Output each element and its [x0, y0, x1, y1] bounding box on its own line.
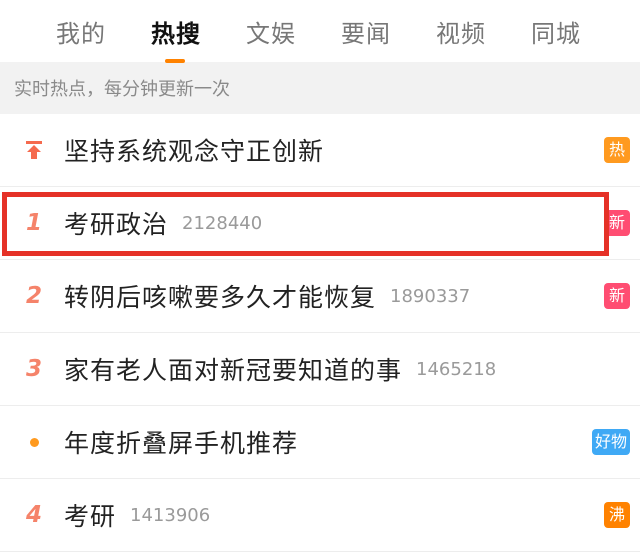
list-item[interactable]: 1 考研政治 2128440 新 [0, 187, 640, 260]
item-count: 1413906 [130, 504, 211, 526]
tab-video[interactable]: 视频 [436, 14, 531, 49]
item-count: 1465218 [416, 358, 497, 380]
goods-badge: 好物 [591, 429, 630, 455]
tab-entertainment[interactable]: 文娱 [246, 14, 341, 49]
realtime-notice: 实时热点，每分钟更新一次 [0, 62, 640, 114]
tab-mine[interactable]: 我的 [56, 14, 151, 49]
item-title: 转阴后咳嗽要多久才能恢复 [64, 283, 377, 312]
item-title: 坚持系统观念守正创新 [64, 137, 325, 166]
list-item[interactable]: 2 转阴后咳嗽要多久才能恢复 1890337 新 [0, 260, 640, 333]
item-count: 2128440 [182, 212, 263, 234]
item-title: 考研 [64, 502, 117, 531]
boiling-badge: 沸 [604, 502, 630, 528]
tab-local[interactable]: 同城 [531, 14, 626, 49]
hot-badge: 热 [604, 137, 630, 163]
rank-number: 4 [25, 502, 42, 528]
rank-number: 1 [25, 210, 42, 236]
rank-number: 3 [25, 356, 42, 382]
tab-hot-search[interactable]: 热搜 [151, 14, 246, 63]
tab-news[interactable]: 要闻 [341, 14, 436, 49]
dot-icon [0, 437, 64, 447]
item-count: 1890337 [390, 285, 471, 307]
rank-number: 2 [25, 283, 42, 309]
item-title: 考研政治 [64, 210, 169, 239]
hot-search-list: 坚持系统观念守正创新 热 1 考研政治 2128440 新 2 转阴后咳嗽要多久… [0, 114, 640, 552]
new-badge: 新 [604, 283, 630, 309]
new-badge: 新 [604, 210, 630, 236]
list-item[interactable]: 4 考研 1413906 沸 [0, 479, 640, 552]
list-item[interactable]: 坚持系统观念守正创新 热 [0, 114, 640, 187]
list-item[interactable]: 年度折叠屏手机推荐 好物 [0, 406, 640, 479]
top-tab-bar: 我的 热搜 文娱 要闻 视频 同城 [0, 0, 640, 63]
list-item[interactable]: 3 家有老人面对新冠要知道的事 1465218 [0, 333, 640, 406]
item-title: 家有老人面对新冠要知道的事 [64, 356, 403, 385]
item-title: 年度折叠屏手机推荐 [64, 429, 299, 458]
pin-top-icon [0, 140, 64, 160]
